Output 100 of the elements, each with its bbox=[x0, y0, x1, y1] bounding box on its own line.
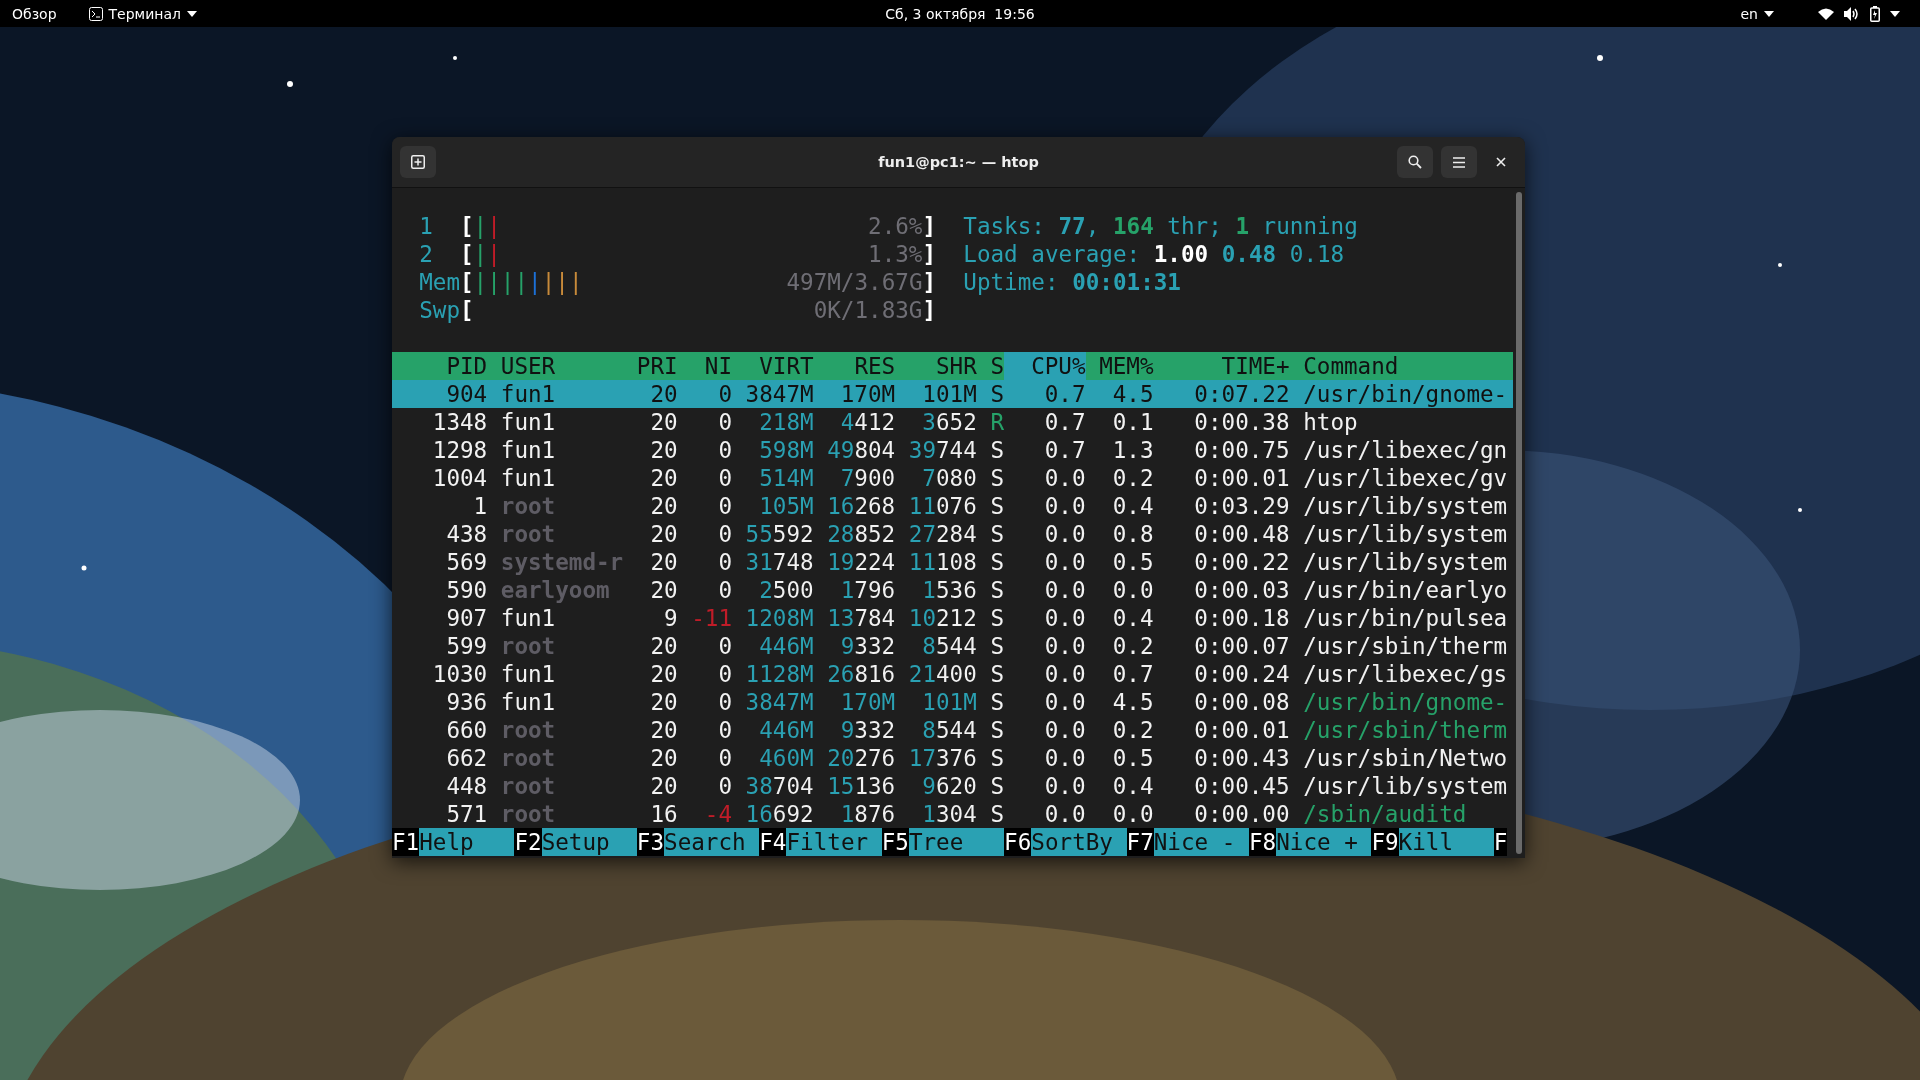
column-header[interactable]: TIME+ bbox=[1167, 352, 1290, 380]
function-key[interactable]: F9 bbox=[1371, 828, 1399, 856]
column-header[interactable]: CPU% bbox=[1003, 352, 1086, 380]
table-cell-text: /usr/libexec/gv bbox=[1303, 464, 1509, 492]
function-key-label[interactable]: Setup bbox=[541, 828, 637, 856]
table-cell: S bbox=[990, 492, 1004, 520]
function-key-label[interactable]: Kill bbox=[1398, 828, 1494, 856]
table-cell-text: /usr/lib/system bbox=[1303, 492, 1509, 520]
column-header[interactable]: SHR bbox=[908, 352, 977, 380]
process-row[interactable]: 590 earlyoom 20 0 2500 1796 1536 S 0.0 0.0 0:00.03 /usr/bin/earlyo bbox=[392, 576, 1513, 604]
table-cell: S bbox=[990, 688, 1004, 716]
table-cell: S bbox=[990, 660, 1004, 688]
column-header[interactable]: Command bbox=[1303, 352, 1513, 380]
table-cell-text: root bbox=[500, 632, 557, 660]
process-row[interactable]: 936 fun1 20 0 3847M 170M 101M S 0.0 4.5 0:00.08 /usr/bin/gnome- bbox=[392, 688, 1513, 716]
table-cell-text: 569 bbox=[445, 548, 488, 576]
function-key[interactable]: F4 bbox=[759, 828, 787, 856]
table-cell-text: 0:00.48 bbox=[1193, 520, 1290, 548]
table-cell-text: 0:00.18 bbox=[1193, 604, 1290, 632]
function-key[interactable]: F2 bbox=[514, 828, 542, 856]
process-row[interactable]: 1030 fun1 20 0 1128M 26816 21400 S 0.0 0.7 0:00.24 /usr/libexec/gs bbox=[392, 660, 1513, 688]
meter-bracket: [ bbox=[460, 240, 474, 268]
table-cell-text: fun1 bbox=[500, 464, 557, 492]
process-row[interactable]: 660 root 20 0 446M 9332 8544 S 0.0 0.2 0:00.01 /usr/sbin/therm bbox=[392, 716, 1513, 744]
table-cell-text: 0:00.75 bbox=[1193, 436, 1290, 464]
meter-pipe-text: | bbox=[555, 268, 569, 296]
function-key[interactable]: F8 bbox=[1248, 828, 1277, 856]
table-cell-text: 0:00.01 bbox=[1193, 716, 1290, 744]
function-key[interactable]: F6 bbox=[1004, 828, 1032, 856]
app-menu[interactable]: Терминал bbox=[88, 5, 197, 22]
function-key-label[interactable]: Nice + bbox=[1276, 828, 1372, 856]
table-cell-text: 0:00.03 bbox=[1193, 576, 1290, 604]
process-row[interactable]: 599 root 20 0 446M 9332 8544 S 0.0 0.2 0:00.07 /usr/sbin/therm bbox=[392, 632, 1513, 660]
wifi-icon[interactable] bbox=[1818, 7, 1834, 20]
function-key-label[interactable]: Filter bbox=[786, 828, 882, 856]
table-cell-text: root bbox=[500, 520, 557, 548]
process-row[interactable]: 1004 fun1 20 0 514M 7900 7080 S 0.0 0.2 0:00.01 /usr/libexec/gv bbox=[392, 464, 1513, 492]
table-cell: S bbox=[990, 604, 1004, 632]
function-key[interactable]: F5 bbox=[881, 828, 909, 856]
process-row[interactable]: 662 root 20 0 460M 20276 17376 S 0.0 0.5 0:00.43 /usr/sbin/Netwo bbox=[392, 744, 1513, 772]
function-key-label[interactable]: Tree bbox=[908, 828, 1005, 856]
activities-button[interactable]: Обзор bbox=[12, 5, 57, 22]
scrollbar[interactable] bbox=[1516, 192, 1522, 854]
function-key[interactable]: F7 bbox=[1126, 828, 1154, 856]
clock[interactable]: Сб, 3 октября 19:56 bbox=[885, 5, 1035, 22]
column-header[interactable]: VIRT bbox=[745, 352, 814, 380]
column-header[interactable]: PID bbox=[392, 352, 488, 380]
volume-icon[interactable] bbox=[1844, 6, 1860, 21]
function-key[interactable]: F1 bbox=[392, 828, 420, 856]
column-header[interactable]: NI bbox=[691, 352, 732, 380]
table-cell-text: 20 bbox=[649, 660, 678, 688]
keyboard-layout-button[interactable]: en bbox=[1740, 5, 1774, 22]
function-key-label[interactable]: Help bbox=[419, 828, 515, 856]
process-row[interactable]: 569 systemd-r 20 0 31748 19224 11108 S 0.0 0.5 0:00.22 /usr/lib/system bbox=[392, 548, 1513, 576]
process-row[interactable]: 448 root 20 0 38704 15136 9620 S 0.0 0.4 0:00.45 /usr/lib/system bbox=[392, 772, 1513, 800]
menu-button[interactable] bbox=[1441, 146, 1477, 178]
function-key-label[interactable]: SortBy bbox=[1031, 828, 1127, 856]
meter-pipe-text: | bbox=[487, 212, 501, 240]
table-cell-text: 438 bbox=[445, 520, 488, 548]
table-cell-text: 0 bbox=[717, 380, 732, 408]
table-cell-text: 20 bbox=[649, 380, 678, 408]
table-cell-text: /usr/sbin/Netwo bbox=[1303, 744, 1509, 772]
process-row[interactable]: 904 fun1 20 0 3847M 170M 101M S 0.7 4.5 0:07.22 /usr/bin/gnome- bbox=[392, 380, 1513, 408]
table-cell-text: fun1 bbox=[500, 408, 557, 436]
table-cell-text: 1030 bbox=[431, 660, 488, 688]
table-cell-text: root bbox=[500, 716, 557, 744]
meter-bracket: ] bbox=[922, 268, 937, 296]
plus-square-icon bbox=[411, 155, 425, 169]
function-key-label[interactable]: Nice - bbox=[1153, 828, 1249, 856]
column-header[interactable]: S bbox=[990, 352, 1004, 380]
process-row[interactable]: 438 root 20 0 55592 28852 27284 S 0.0 0.8 0:00.48 /usr/lib/system bbox=[392, 520, 1513, 548]
table-cell-text: /usr/sbin/therm bbox=[1303, 716, 1509, 744]
table-cell-text: 1298 bbox=[431, 436, 488, 464]
function-key[interactable]: F3 bbox=[636, 828, 665, 856]
table-cell: systemd-r bbox=[500, 548, 624, 576]
process-row[interactable]: 907 fun1 9 -11 1208M 13784 10212 S 0.0 0.4 0:00.18 /usr/bin/pulsea bbox=[392, 604, 1513, 632]
search-button[interactable] bbox=[1397, 146, 1433, 178]
column-header[interactable]: RES bbox=[827, 352, 896, 380]
table-cell-text: /sbin/auditd bbox=[1303, 800, 1468, 828]
table-cell-text: 0.5 bbox=[1111, 744, 1154, 772]
column-header[interactable]: USER bbox=[500, 352, 624, 380]
table-cell-text: 0.0 bbox=[1043, 464, 1086, 492]
table-cell: S bbox=[990, 576, 1004, 604]
process-row[interactable]: 1 root 20 0 105M 16268 11076 S 0.0 0.4 0:03.29 /usr/lib/system bbox=[392, 492, 1513, 520]
meter-pipe-text: | bbox=[473, 268, 488, 296]
new-tab-button[interactable] bbox=[400, 146, 436, 178]
meter-label: 2 bbox=[419, 240, 434, 268]
table-cell-text: 0 bbox=[717, 436, 732, 464]
column-header[interactable]: MEM% bbox=[1099, 352, 1154, 380]
table-cell-text: 0:00.22 bbox=[1193, 548, 1290, 576]
caret-icon[interactable] bbox=[1890, 10, 1900, 17]
process-row[interactable]: 571 root 16 -4 16692 1876 1304 S 0.0 0.0 0:00.00 /sbin/auditd bbox=[392, 800, 1513, 828]
table-cell-text: 20 bbox=[649, 744, 678, 772]
table-cell-text: 0:00.00 bbox=[1193, 800, 1290, 828]
battery-icon[interactable] bbox=[1870, 5, 1880, 22]
process-row[interactable]: 1348 fun1 20 0 218M 4412 3652 R 0.7 0.1 0:00.38 htop bbox=[392, 408, 1513, 436]
table-cell-text: /usr/bin/earlyo bbox=[1303, 576, 1509, 604]
column-header[interactable]: PRI bbox=[636, 352, 678, 380]
function-key-label[interactable]: Search bbox=[664, 828, 760, 856]
process-row[interactable]: 1298 fun1 20 0 598M 49804 39744 S 0.7 1.3 0:00.75 /usr/libexec/gn bbox=[392, 436, 1513, 464]
